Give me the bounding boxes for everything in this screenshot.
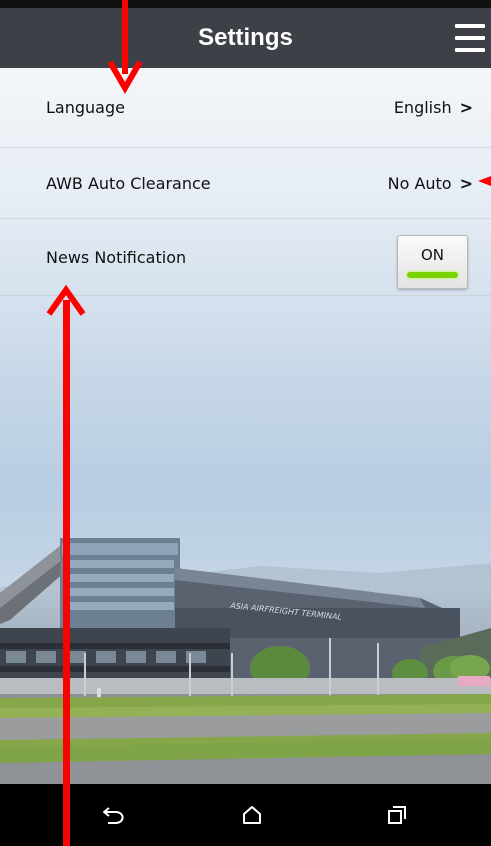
language-value[interactable]: English > (394, 68, 473, 147)
settings-content: ASIA AIRFREIGHT TERMINAL Language Englis… (0, 68, 491, 784)
news-notification-toggle[interactable]: ON (397, 235, 468, 289)
chevron-right-icon: > (459, 98, 473, 117)
hamburger-menu-icon[interactable] (455, 22, 485, 54)
home-icon[interactable] (212, 784, 292, 846)
language-value-text: English (393, 98, 452, 117)
toggle-label: ON (420, 246, 445, 264)
phone-screen: Settings ASIA AIRFREIGHT TERMINAL Langua… (0, 0, 491, 846)
settings-list: Language English > AWB Auto Clearance No… (0, 68, 491, 296)
toggle-indicator (407, 272, 458, 278)
awb-auto-clearance-row[interactable]: AWB Auto Clearance No Auto > (0, 148, 491, 219)
recent-apps-icon[interactable] (357, 784, 437, 846)
status-bar (0, 0, 491, 8)
page-title: Settings (198, 24, 293, 51)
awb-auto-clearance-label: AWB Auto Clearance (46, 173, 211, 193)
language-label: Language (46, 98, 125, 117)
news-notification-label: News Notification (46, 247, 187, 267)
chevron-right-icon: > (459, 173, 473, 193)
back-icon[interactable] (73, 784, 153, 846)
awb-auto-clearance-value[interactable]: No Auto > (388, 148, 473, 218)
news-notification-row: News Notification ON (0, 219, 491, 296)
system-nav-bar (0, 784, 491, 846)
app-bar: Settings (0, 8, 491, 68)
language-row[interactable]: Language English > (0, 68, 491, 148)
awb-auto-clearance-value-text: No Auto (387, 173, 452, 193)
